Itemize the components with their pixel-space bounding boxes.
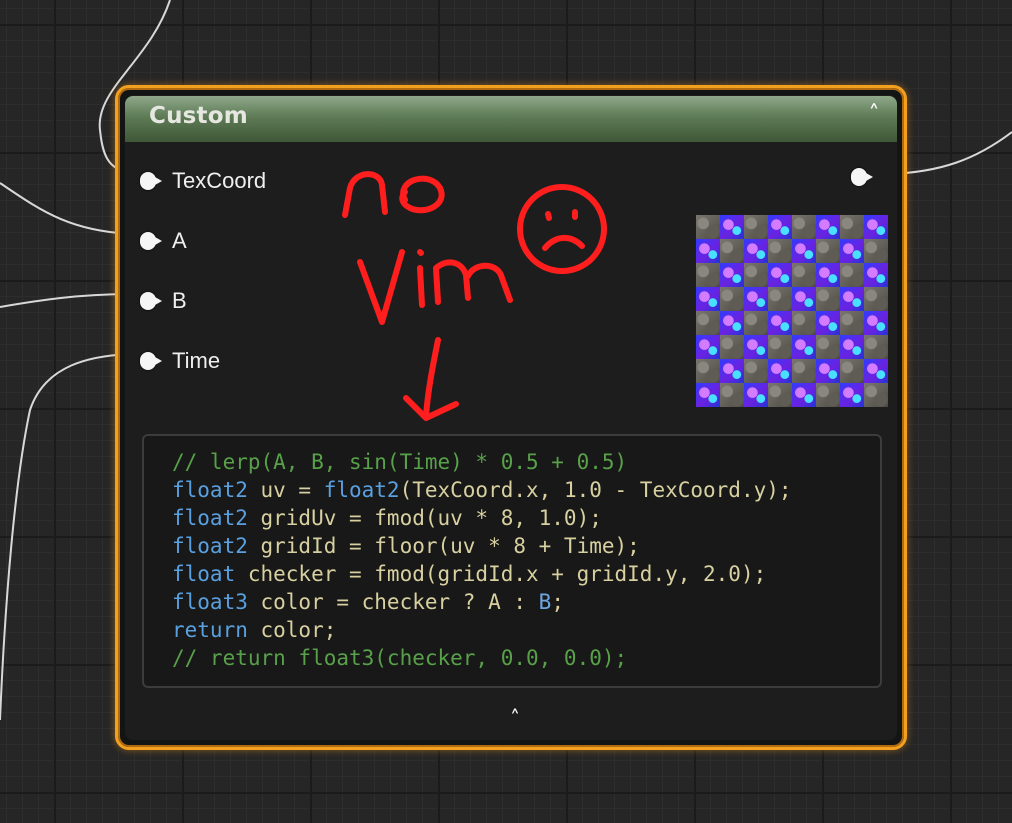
preview-tile xyxy=(792,215,816,239)
preview-tile xyxy=(816,311,840,335)
preview-tile xyxy=(696,383,720,407)
code-line: float2 uv = float2(TexCoord.x, 1.0 - Tex… xyxy=(172,478,792,502)
pin-label: B xyxy=(172,288,187,313)
input-pin-a[interactable]: A xyxy=(140,228,187,254)
preview-tile xyxy=(864,287,888,311)
preview-tile xyxy=(768,311,792,335)
input-pin-time[interactable]: Time xyxy=(140,348,220,374)
node-header[interactable]: Custom ˄ xyxy=(125,96,897,142)
preview-tile xyxy=(744,359,768,383)
chevron-up-icon[interactable]: ˄ xyxy=(859,100,889,130)
preview-tile xyxy=(816,215,840,239)
preview-tile xyxy=(744,215,768,239)
pin-icon[interactable] xyxy=(140,352,162,370)
pin-label: Time xyxy=(172,348,221,373)
preview-tile xyxy=(720,263,744,287)
preview-tile xyxy=(840,383,864,407)
custom-node[interactable]: Custom ˄ TexCoord A B Time // lerp(A, B,… xyxy=(115,85,907,750)
preview-tile xyxy=(720,287,744,311)
preview-tile xyxy=(768,359,792,383)
preview-tile xyxy=(816,263,840,287)
preview-tile xyxy=(864,239,888,263)
preview-tile xyxy=(768,263,792,287)
preview-tile xyxy=(840,215,864,239)
preview-tile xyxy=(864,215,888,239)
pin-icon[interactable] xyxy=(140,292,162,310)
preview-tile xyxy=(792,263,816,287)
pin-icon[interactable] xyxy=(851,168,873,186)
preview-tile xyxy=(696,239,720,263)
preview-tile xyxy=(792,335,816,359)
preview-tile xyxy=(864,359,888,383)
material-preview xyxy=(696,215,888,407)
input-pin-texcoord[interactable]: TexCoord xyxy=(140,168,266,194)
preview-tile xyxy=(744,239,768,263)
preview-tile xyxy=(720,311,744,335)
preview-tile xyxy=(696,359,720,383)
preview-tile xyxy=(816,335,840,359)
preview-tile xyxy=(840,311,864,335)
preview-tile xyxy=(768,287,792,311)
pin-label: A xyxy=(172,228,187,253)
preview-tile xyxy=(816,383,840,407)
code-line: // lerp(A, B, sin(Time) * 0.5 + 0.5) xyxy=(172,450,628,474)
preview-tile xyxy=(720,383,744,407)
preview-tile xyxy=(840,263,864,287)
input-pin-b[interactable]: B xyxy=(140,288,187,314)
preview-tile xyxy=(840,335,864,359)
preview-tile xyxy=(744,335,768,359)
preview-tile xyxy=(744,311,768,335)
preview-tile xyxy=(864,263,888,287)
preview-tile xyxy=(696,215,720,239)
code-line: float3 color = checker ? A : B; xyxy=(172,590,564,614)
preview-tile xyxy=(768,239,792,263)
preview-tile xyxy=(744,383,768,407)
pin-icon[interactable] xyxy=(140,172,162,190)
preview-tile xyxy=(696,287,720,311)
preview-tile xyxy=(816,239,840,263)
preview-tile xyxy=(864,383,888,407)
preview-tile xyxy=(840,359,864,383)
preview-tile xyxy=(840,239,864,263)
preview-tile xyxy=(792,383,816,407)
code-line: return color; xyxy=(172,618,337,642)
preview-tile xyxy=(840,287,864,311)
preview-tile xyxy=(792,287,816,311)
preview-tile xyxy=(744,263,768,287)
preview-tile xyxy=(816,359,840,383)
preview-tile xyxy=(768,383,792,407)
preview-tile xyxy=(768,215,792,239)
pin-icon[interactable] xyxy=(140,232,162,250)
preview-tile xyxy=(816,287,840,311)
preview-tile xyxy=(792,311,816,335)
node-title: Custom xyxy=(149,103,248,129)
preview-tile xyxy=(696,263,720,287)
preview-tile xyxy=(792,239,816,263)
chevron-up-icon[interactable]: ˄ xyxy=(500,706,530,730)
preview-tile xyxy=(768,335,792,359)
preview-tile xyxy=(720,359,744,383)
code-line: float2 gridId = floor(uv * 8 + Time); xyxy=(172,534,640,558)
preview-tile xyxy=(864,335,888,359)
code-line: float2 gridUv = fmod(uv * 8, 1.0); xyxy=(172,506,602,530)
code-line: // return float3(checker, 0.0, 0.0); xyxy=(172,646,628,670)
output-pin[interactable] xyxy=(851,168,873,186)
preview-tile xyxy=(720,215,744,239)
code-line: float checker = fmod(gridId.x + gridId.y… xyxy=(172,562,767,586)
code-editor[interactable]: // lerp(A, B, sin(Time) * 0.5 + 0.5) floa… xyxy=(142,434,882,688)
preview-tile xyxy=(720,335,744,359)
preview-tile xyxy=(864,311,888,335)
preview-tile xyxy=(696,335,720,359)
preview-tile xyxy=(744,287,768,311)
preview-tile xyxy=(792,359,816,383)
preview-tile xyxy=(720,239,744,263)
pin-label: TexCoord xyxy=(172,168,267,193)
preview-tile xyxy=(696,311,720,335)
